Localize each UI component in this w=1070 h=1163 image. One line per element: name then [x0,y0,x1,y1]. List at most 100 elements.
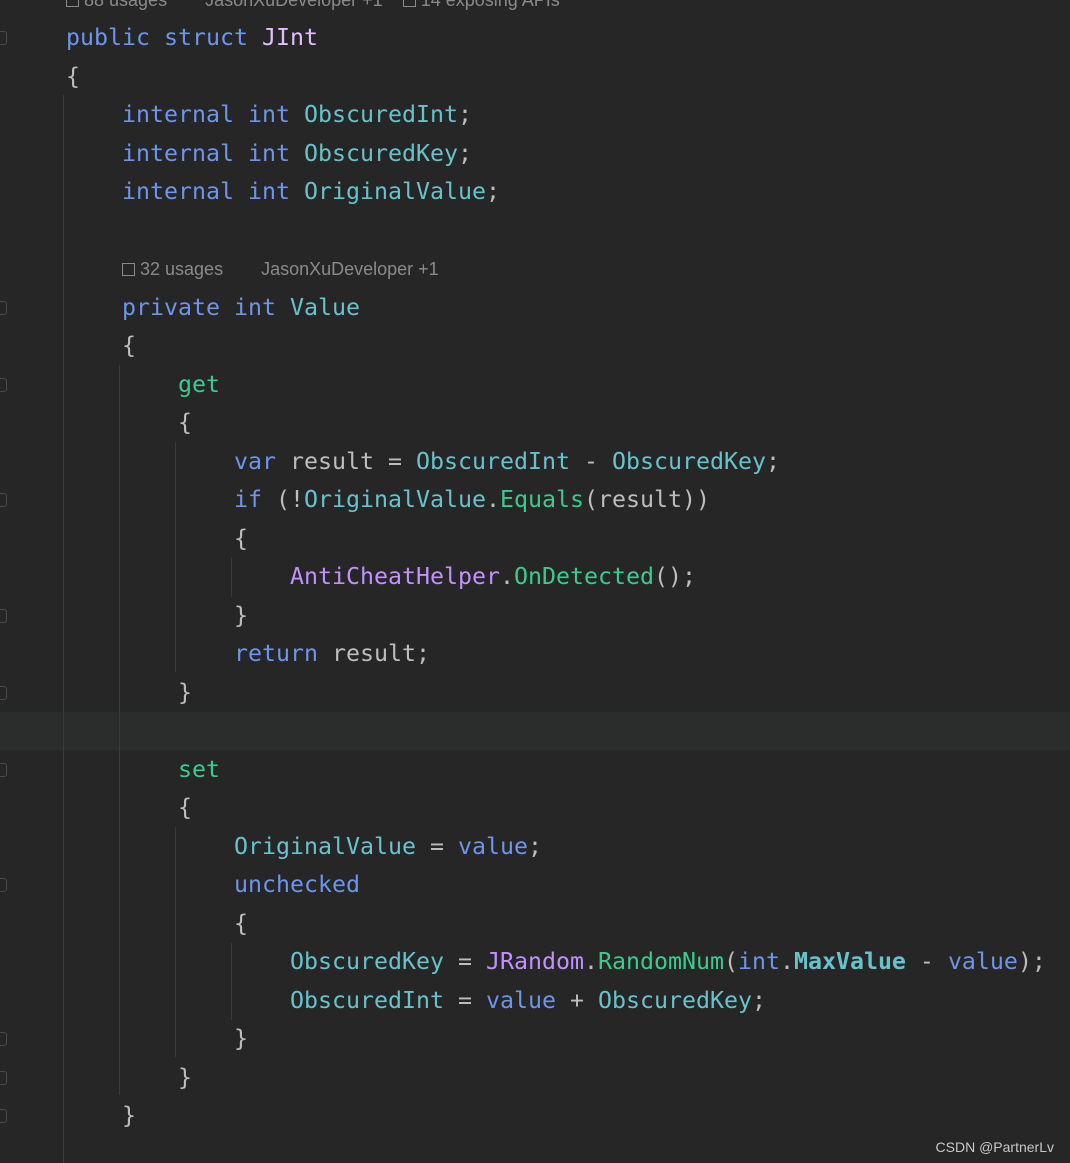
author-link[interactable]: JasonXuDeveloper +1 [205,0,383,10]
code-token: - [569,447,612,475]
code-line[interactable]: internal int ObscuredInt; [0,96,472,134]
code-token: ; [457,101,472,128]
exposing-apis-link[interactable]: 14 exposing APIs [421,0,560,10]
code-token: value [947,948,1018,975]
code-token: AntiCheatHelper [290,563,500,590]
code-line[interactable]: } [0,1059,192,1097]
code-token: { [234,909,248,937]
code-token: var [234,447,276,475]
usages-icon [122,263,135,276]
code-token: private [122,293,220,321]
current-line-highlight [0,712,1070,750]
watermark: CSDN @PartnerLv [935,1139,1054,1155]
code-line[interactable]: { [0,327,136,365]
code-token: ); [1017,948,1046,975]
code-line[interactable]: internal int ObscuredKey; [0,135,472,173]
code-line[interactable]: { [0,404,192,442]
code-token: ( [723,948,738,975]
code-token: } [234,1025,248,1052]
code-token: ; [457,139,472,167]
code-line[interactable]: OriginalValue = value; [0,828,542,866]
code-token: . [779,948,794,975]
code-token: ObscuredKey [290,948,444,975]
code-line[interactable]: unchecked [0,866,360,904]
code-token: ObscuredKey [597,986,752,1014]
code-token: MaxValue [793,948,906,975]
code-token: } [178,678,192,706]
code-token: (! [262,486,304,513]
usages-link[interactable]: 88 usages [84,0,167,10]
code-line[interactable]: { [0,58,80,96]
code-line[interactable]: AntiCheatHelper.OnDetected(); [0,558,696,596]
code-token: OriginalValue [303,178,486,205]
code-token: Value [289,293,360,321]
code-token: ; [527,832,542,860]
code-token: ObscuredKey [303,139,458,167]
author-link[interactable]: JasonXuDeveloper +1 [261,259,439,279]
user-icon [187,0,200,7]
code-line[interactable]: if (!OriginalValue.Equals(result)) [0,481,710,519]
code-token: . [583,948,598,975]
code-token: ObscuredInt [415,447,570,475]
code-token: ; [765,447,780,475]
code-token: - [905,948,948,975]
code-line[interactable]: private int Value [0,289,360,327]
code-line[interactable]: } [0,674,192,712]
code-line[interactable]: { [0,905,248,943]
code-token: { [122,332,136,359]
code-token: return [234,640,318,667]
code-token: ; [751,986,766,1014]
code-token: JRandom [485,948,584,975]
code-token: value [485,986,556,1014]
code-token: result = [276,447,416,475]
code-token: public [66,24,150,51]
code-token: struct [164,24,248,51]
code-token: } [178,1063,192,1091]
code-token: { [66,62,80,90]
code-line[interactable]: { [0,520,248,558]
code-token: get [178,370,220,398]
code-line[interactable]: { [0,789,192,827]
code-token: { [178,409,192,436]
code-token: { [178,794,192,821]
code-token: if [234,486,262,513]
code-token: OnDetected [513,563,654,590]
code-line[interactable]: } [0,1097,136,1135]
code-token: set [178,755,220,783]
code-token: { [234,524,248,552]
code-line[interactable]: set [0,751,220,789]
code-token: value [457,832,528,860]
code-line[interactable]: ObscuredInt = value + ObscuredKey; [0,982,766,1020]
code-token: internal [122,101,234,128]
code-token: ObscuredInt [303,101,458,128]
code-line[interactable]: return result; [0,635,430,673]
code-line[interactable]: get [0,366,220,404]
code-line[interactable]: public struct JInt [0,19,318,57]
code-token: + [555,986,598,1014]
code-line[interactable]: internal int OriginalValue; [0,173,500,211]
usages-icon [66,0,79,7]
code-token: ObscuredInt [290,986,444,1014]
code-token: internal [122,139,234,167]
code-line[interactable]: ObscuredKey = JRandom.RandomNum(int.MaxV… [0,943,1046,981]
code-line[interactable]: } [0,1020,248,1058]
code-line[interactable]: } [0,597,248,635]
code-token: OriginalValue [234,832,416,860]
api-icon [402,0,416,7]
code-token: result; [318,640,430,667]
code-token: ; [485,178,500,205]
code-token: (result)) [583,486,710,513]
code-token: } [234,601,248,629]
code-token: Equals [499,486,584,513]
code-token: internal [122,178,234,205]
code-line[interactable]: var result = ObscuredInt - ObscuredKey; [0,443,780,481]
usages-link[interactable]: 32 usages [140,259,223,279]
